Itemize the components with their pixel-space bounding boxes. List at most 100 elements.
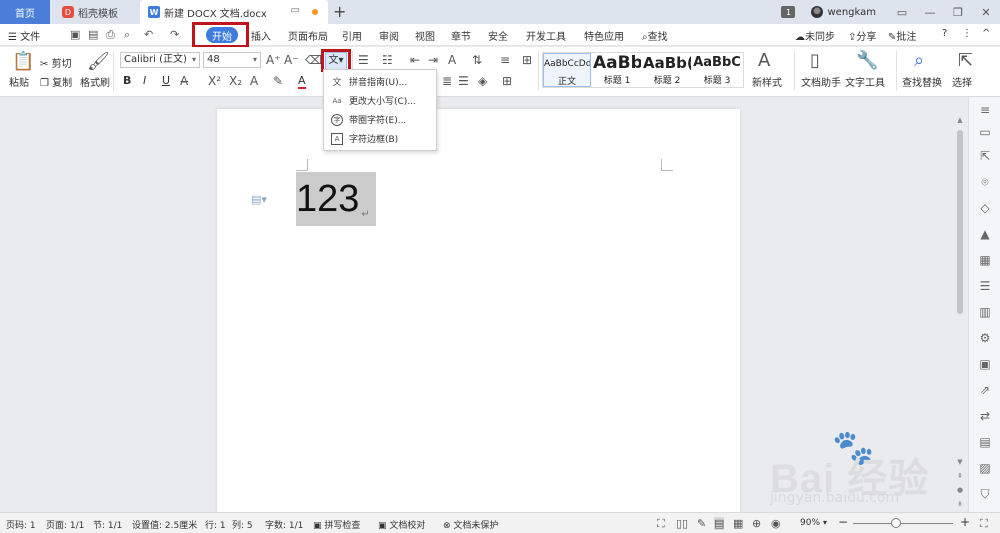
new-style-icon[interactable]: A [758,52,770,70]
chart-icon[interactable]: ▥ [978,305,992,319]
tab-home[interactable]: 首页 [0,0,50,24]
tile-icon[interactable]: ▭ [888,6,916,19]
menu-item-phonetic-guide[interactable]: 文 拼音指南(U)... [324,72,436,91]
table-border-icon[interactable]: ⊞ [522,54,532,66]
pen-icon[interactable]: ✎ [697,517,706,530]
zoom-in-button[interactable]: + [960,515,970,529]
translate-icon[interactable]: ⇄ [978,409,992,423]
restore-button[interactable]: ❐ [944,6,972,19]
sort-icon[interactable]: ⇅ [472,54,482,66]
read-mode-icon[interactable]: ▯▯ [676,517,688,530]
help-button[interactable]: ? [942,28,947,39]
file-menu[interactable]: ☰ 文件 [8,28,40,43]
cut-button[interactable]: ✂ 剪切 [40,55,72,70]
nav-icon[interactable]: ☰ [978,279,992,293]
shape-icon[interactable]: ◇ [978,201,992,215]
search-command[interactable]: ⌕查找 [642,28,668,43]
redo-icon[interactable]: ↷ [170,28,179,41]
tab-chapter[interactable]: 章节 [451,28,471,43]
scrollbar-thumb[interactable] [957,130,963,314]
menu-item-enclosed-char[interactable]: 字 带圈字符(E)... [324,110,436,129]
fit-page-icon[interactable]: ⛶ [980,517,988,531]
scroll-up-icon[interactable]: ▲ [955,116,965,124]
tab-features[interactable]: 特色应用 [584,28,624,43]
grow-font-icon[interactable]: A⁺ [266,54,281,66]
font-name-select[interactable]: Calibri (正文) ▾ [120,52,200,68]
expand-sidebar-icon[interactable]: ≡ [978,103,992,117]
picture-icon[interactable]: ▨ [978,461,992,475]
username[interactable]: wengkam [827,7,876,18]
tab-insert[interactable]: 插入 [251,28,271,43]
cursor-icon[interactable]: ⇱ [978,149,992,163]
zoom-slider-track[interactable] [853,523,953,524]
paragraph-layout-icon[interactable]: ▤▾ [251,193,267,206]
tab-review[interactable]: 审阅 [379,28,399,43]
align-justify-icon[interactable]: ≣ [442,75,452,87]
new-doc-icon[interactable]: ▭ [978,125,992,139]
fullscreen-icon[interactable]: ⛶ [657,517,665,531]
select-cursor-icon[interactable]: ⇱ [958,52,973,70]
menu-item-change-case[interactable]: Aa 更改大小写(C)... [324,91,436,110]
web-view-icon[interactable]: ⊕ [752,517,761,530]
text-tools-button[interactable]: 文字工具 [845,74,885,89]
shading-icon[interactable]: ◈ [478,75,487,87]
find-replace-icon[interactable]: ⌕ [914,52,924,70]
tab-developer[interactable]: 开发工具 [526,28,566,43]
superscript-icon[interactable]: X² [208,75,221,87]
paste-icon[interactable]: 📋 [12,53,34,71]
status-section[interactable]: 节: 1/1 [93,518,122,531]
copy-button[interactable]: ❐ 复制 [40,74,72,89]
clear-format-icon[interactable]: ⌫ [305,54,322,66]
zoom-dropdown-icon[interactable]: ▾ [823,518,827,527]
share-icon[interactable]: ⇗ [978,383,992,397]
strikethrough-icon[interactable]: A̶ [180,75,188,87]
tab-document[interactable]: W 新建 DOCX 文档.docx ▭ [140,0,328,24]
subscript-icon[interactable]: X₂ [229,75,242,87]
new-tab-button[interactable]: + [333,2,346,21]
tab-template[interactable]: D 稻壳模板 [52,0,138,24]
bold-button[interactable]: B [123,74,131,87]
more-icon[interactable]: ⋮ [962,28,972,39]
shrink-font-icon[interactable]: A⁻ [284,54,299,66]
wrench-icon[interactable]: 🔧 [856,52,878,70]
monitor-icon[interactable]: ▭ [291,5,300,16]
sync-button[interactable]: ☁未同步 [795,28,835,43]
tab-page-layout[interactable]: 页面布局 [288,28,328,43]
status-row[interactable]: 行: 1 [205,518,226,531]
comment-button[interactable]: ✎批注 [888,28,916,43]
image-icon[interactable]: ▣ [978,357,992,371]
page-view-icon[interactable]: ▤ [714,517,725,530]
selected-text[interactable]: 123 ↵ [296,172,376,226]
zoom-out-button[interactable]: − [838,515,848,529]
protect-button[interactable]: ⊗ 文档未保护 [443,518,498,531]
format-painter-icon[interactable]: 🖌 [87,53,110,71]
doc-helper-icon[interactable]: ▯ [810,52,820,70]
distribute-icon[interactable]: ☰ [458,75,469,87]
print-preview-icon[interactable]: ⌕ [124,28,130,42]
tab-references[interactable]: 引用 [342,28,362,43]
paste-button[interactable]: 粘贴 [9,74,29,89]
status-setting[interactable]: 设置值: 2.5厘米 [132,518,197,531]
style-normal[interactable]: AaBbCcDd 正文 [543,53,591,87]
highlight-pen-icon[interactable]: ✎ [273,75,283,87]
zoom-level[interactable]: 90% [800,518,820,528]
window-count-badge[interactable]: 1 [781,6,796,18]
font-size-select[interactable]: 48 ▾ [203,52,261,68]
new-style-button[interactable]: 新样式 [752,74,782,89]
style-heading-2[interactable]: AaBb( 标题 2 [643,53,691,87]
style-heading-3[interactable]: AaBbC 标题 3 [693,53,741,87]
status-col[interactable]: 列: 5 [232,518,253,531]
underline-button[interactable]: U [162,74,170,87]
zoom-slider-knob[interactable] [891,518,901,528]
status-pages[interactable]: 页面: 1/1 [46,518,84,531]
decrease-indent-icon[interactable]: ⇤ [410,54,420,66]
minimize-button[interactable]: — [916,6,944,19]
collapse-ribbon-icon[interactable]: ^ [982,28,990,39]
outline-view-icon[interactable]: ▦ [733,517,743,530]
table-icon[interactable]: ▦ [978,253,992,267]
style-icon[interactable]: ▲ [978,227,992,241]
bullet-list-icon[interactable]: ☰ [358,54,369,66]
undo-icon[interactable]: ↶ [144,28,153,41]
print-icon[interactable]: ⎙ [106,28,115,42]
style-heading-1[interactable]: AaBb 标题 1 [593,53,641,87]
